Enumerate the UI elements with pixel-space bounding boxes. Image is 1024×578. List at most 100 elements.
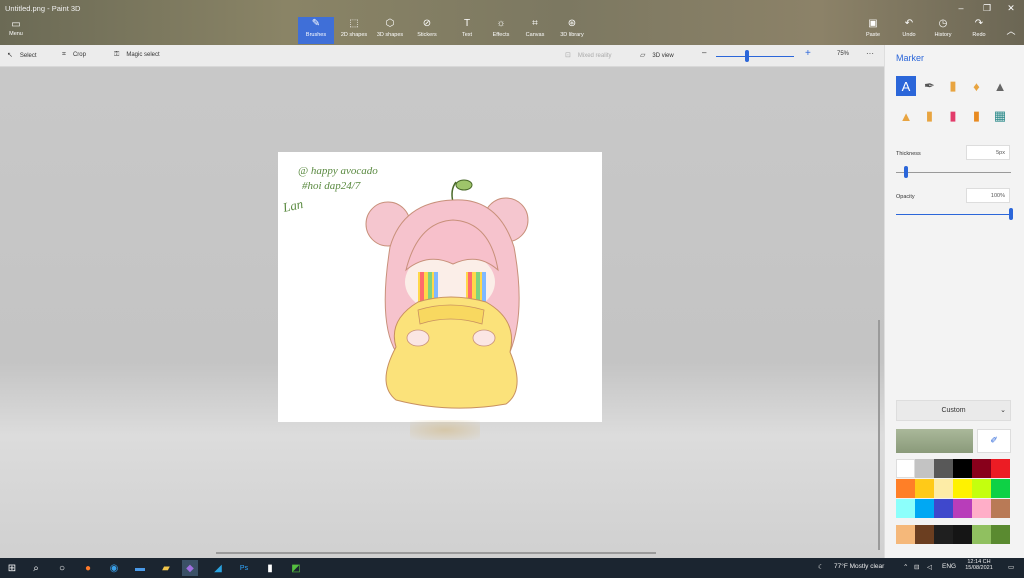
tray-chevron-icon[interactable]: ⌃ [903, 563, 908, 571]
zoom-slider-thumb[interactable] [745, 50, 749, 62]
color-swatch[interactable] [915, 525, 934, 544]
tool-3d-library[interactable]: ⊛ 3D library [555, 17, 589, 44]
zoom-slider-track[interactable] [716, 56, 794, 57]
spray-can-brush-button[interactable]: ▮ [967, 106, 987, 126]
color-swatch[interactable] [915, 479, 934, 498]
tool-canvas[interactable]: ⌗ Canvas [518, 17, 552, 44]
menu-button[interactable]: ▭ Menu [4, 19, 28, 37]
task-view-icon[interactable]: ○ [54, 560, 70, 576]
color-swatch[interactable] [896, 459, 915, 478]
color-swatch[interactable] [991, 479, 1010, 498]
close-button[interactable]: ✕ [1002, 3, 1020, 14]
opacity-input[interactable]: 100% [966, 188, 1010, 203]
select-button[interactable]: ↖ Select [7, 51, 37, 59]
color-swatch[interactable] [934, 499, 953, 518]
tool-text[interactable]: T Text [450, 17, 484, 44]
color-swatch[interactable] [953, 499, 972, 518]
magic-select-button[interactable]: ⚿ Magic select [114, 51, 160, 59]
color-swatch[interactable] [896, 499, 915, 518]
mixed-reality-button[interactable]: ⊡ Mixed reality [565, 51, 612, 59]
calligraphy-pen-brush-button[interactable]: ✒ [920, 76, 940, 96]
redo-button[interactable]: ↷ Redo [966, 17, 992, 44]
tool-stickers[interactable]: ⊘ Stickers [410, 17, 444, 44]
color-swatch[interactable] [934, 479, 953, 498]
color-swatch[interactable] [896, 479, 915, 498]
horizontal-scrollbar[interactable] [216, 552, 656, 554]
file-explorer-icon[interactable]: ▰ [158, 560, 174, 576]
color-swatch[interactable] [934, 525, 953, 544]
photoshop-icon[interactable]: Ps [236, 560, 252, 576]
clock[interactable]: 12:14 CH 15/08/2021 [962, 559, 996, 571]
workspace[interactable]: @ happy avocado #hoi dap24/7 Lan [0, 68, 884, 558]
language-indicator[interactable]: ENG [942, 563, 956, 570]
weather-icon[interactable]: ☾ [818, 563, 824, 571]
color-swatch[interactable] [972, 499, 991, 518]
crop-button[interactable]: ⌗ Crop [62, 51, 86, 59]
notepad-icon[interactable]: ▮ [262, 560, 278, 576]
3d-view-button[interactable]: ▱ 3D view [640, 51, 674, 59]
canvas-shadow [410, 420, 480, 440]
pencil-brush-button[interactable]: ▲ [896, 106, 916, 126]
eyedropper-button[interactable]: ✐ [977, 429, 1011, 453]
color-swatch[interactable] [953, 459, 972, 478]
paste-button[interactable]: ▣ Paste [860, 17, 886, 44]
zoom-out-button[interactable]: – [702, 48, 706, 57]
color-swatch[interactable] [991, 459, 1010, 478]
thickness-input[interactable]: 5px [966, 145, 1010, 160]
brush-panel: Marker A ✒ ▮ ♦ ▲ ▲ ▮ ▮ ▮ ▦ Thickness 5px Opacity … [884, 45, 1024, 558]
firefox-icon[interactable]: ● [80, 560, 96, 576]
paint-3d-icon[interactable]: ◆ [182, 560, 198, 576]
telegram-icon[interactable]: ◢ [210, 560, 226, 576]
thickness-slider-track[interactable] [896, 172, 1011, 173]
volume-icon[interactable]: ◁ [927, 563, 932, 571]
opacity-slider-fill[interactable] [896, 214, 1011, 215]
tool-brushes[interactable]: ✎ Brushes [298, 17, 334, 44]
watercolor-brush-button[interactable]: ♦ [967, 76, 987, 96]
more-options-button[interactable]: ··· [866, 49, 874, 58]
custom-colors-dropdown[interactable]: Custom ⌄ [896, 400, 1011, 421]
color-swatch[interactable] [972, 459, 991, 478]
current-color-swatch[interactable] [896, 429, 973, 453]
fill-brush-button[interactable]: ▦ [990, 106, 1010, 126]
undo-button[interactable]: ↶ Undo [896, 17, 922, 44]
tool-2d-shapes[interactable]: ⬚ 2D shapes [337, 17, 371, 44]
tool-3d-shapes[interactable]: ⬡ 3D shapes [373, 17, 407, 44]
color-swatch[interactable] [972, 525, 991, 544]
notification-icon[interactable]: ▭ [1008, 563, 1014, 571]
start-icon[interactable]: ⊞ [4, 560, 20, 576]
collapse-ribbon-icon[interactable]: ︿ [1002, 24, 1020, 37]
color-swatch[interactable] [896, 525, 915, 544]
marker-brush-button[interactable]: A [896, 76, 916, 96]
color-swatch[interactable] [953, 525, 972, 544]
color-swatch[interactable] [953, 479, 972, 498]
zoom-in-button[interactable]: + [805, 48, 811, 59]
thickness-label: Thickness [896, 151, 921, 157]
drawing-canvas[interactable]: @ happy avocado #hoi dap24/7 Lan [278, 152, 602, 422]
color-swatch[interactable] [934, 459, 953, 478]
color-swatch[interactable] [972, 479, 991, 498]
crop-icon: ⌗ [62, 51, 66, 58]
weather-text[interactable]: 77°F Mostly clear [834, 563, 884, 570]
restore-button[interactable]: ❐ [978, 3, 996, 14]
tool-effects[interactable]: ☼ Effects [484, 17, 518, 44]
thickness-slider-thumb[interactable] [903, 166, 908, 178]
history-button[interactable]: ◷ History [930, 17, 956, 44]
opacity-slider-thumb[interactable] [1009, 208, 1013, 220]
crop-label: Crop [72, 52, 86, 58]
color-swatch[interactable] [991, 499, 1010, 518]
network-icon[interactable]: ⊟ [914, 563, 919, 571]
edge-icon[interactable]: ◉ [106, 560, 122, 576]
camtasia-icon[interactable]: ◩ [288, 560, 304, 576]
vertical-scrollbar[interactable] [878, 320, 880, 550]
color-swatch[interactable] [915, 459, 934, 478]
minimize-button[interactable]: – [952, 3, 970, 13]
oil-brush-brush-button[interactable]: ▮ [943, 76, 963, 96]
pixel-pen-brush-button[interactable]: ▲ [990, 76, 1010, 96]
color-swatch[interactable] [991, 525, 1010, 544]
mail-icon[interactable]: ▬ [132, 560, 148, 576]
color-swatch[interactable] [915, 499, 934, 518]
eraser-brush-button[interactable]: ▮ [920, 106, 940, 126]
crayon-brush-button[interactable]: ▮ [943, 106, 963, 126]
search-icon[interactable]: ⌕ [28, 560, 44, 576]
text-icon: T [463, 18, 471, 29]
